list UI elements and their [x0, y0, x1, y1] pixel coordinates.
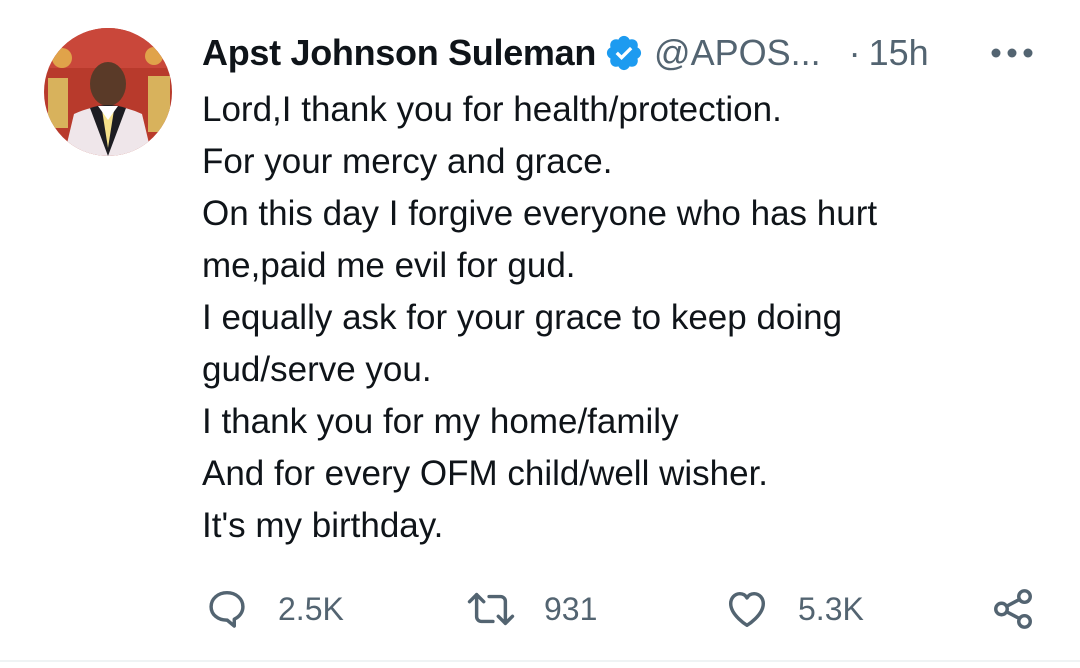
retweet-button[interactable]: 931: [466, 582, 597, 636]
tweet-text-line: I equally ask for your grace to keep doi…: [202, 298, 843, 337]
tweet-header: Apst Johnson Suleman @APOS... · 15h: [202, 28, 929, 78]
profile-photo-icon: [44, 28, 172, 156]
retweet-icon: [467, 592, 515, 626]
like-button[interactable]: 5.3K: [724, 582, 864, 636]
tweet-text-line: It's my birthday.: [202, 506, 444, 545]
tweet-text: Lord,I thank you for health/protection. …: [202, 84, 1042, 552]
author-handle[interactable]: @APOS...: [654, 32, 821, 74]
like-icon: [728, 591, 766, 628]
tweet-text-line: gud/serve you.: [202, 350, 432, 389]
reply-button[interactable]: 2.5K: [204, 582, 344, 636]
divider: [0, 660, 1080, 662]
tweet-text-line: me,paid me evil for gud.: [202, 246, 576, 285]
tweet-text-line: On this day I forgive everyone who has h…: [202, 194, 878, 233]
avatar[interactable]: [44, 28, 172, 156]
tweet-text-line: Lord,I thank you for health/protection.: [202, 90, 782, 129]
more-options-button[interactable]: [990, 38, 1034, 68]
tweet-text-line: I thank you for my home/family: [202, 402, 679, 441]
tweet-text-line: And for every OFM child/well wisher.: [202, 454, 769, 493]
share-icon: [994, 589, 1032, 629]
reply-icon: [209, 590, 245, 628]
verified-badge-icon: [604, 33, 644, 73]
like-count: 5.3K: [798, 590, 864, 627]
tweet[interactable]: Apst Johnson Suleman @APOS... · 15h Lord…: [0, 0, 1080, 668]
separator-dot: ·: [848, 32, 861, 73]
share-button[interactable]: [990, 582, 1036, 636]
retweet-count: 931: [544, 590, 598, 627]
author-display-name[interactable]: Apst Johnson Suleman: [202, 32, 596, 74]
tweet-timestamp[interactable]: 15h: [869, 32, 929, 74]
tweet-text-line: For your mercy and grace.: [202, 142, 613, 181]
tweet-actions: 2.5K 931 5.3K: [0, 582, 1080, 636]
more-icon: [991, 48, 1033, 58]
reply-count: 2.5K: [278, 590, 344, 627]
